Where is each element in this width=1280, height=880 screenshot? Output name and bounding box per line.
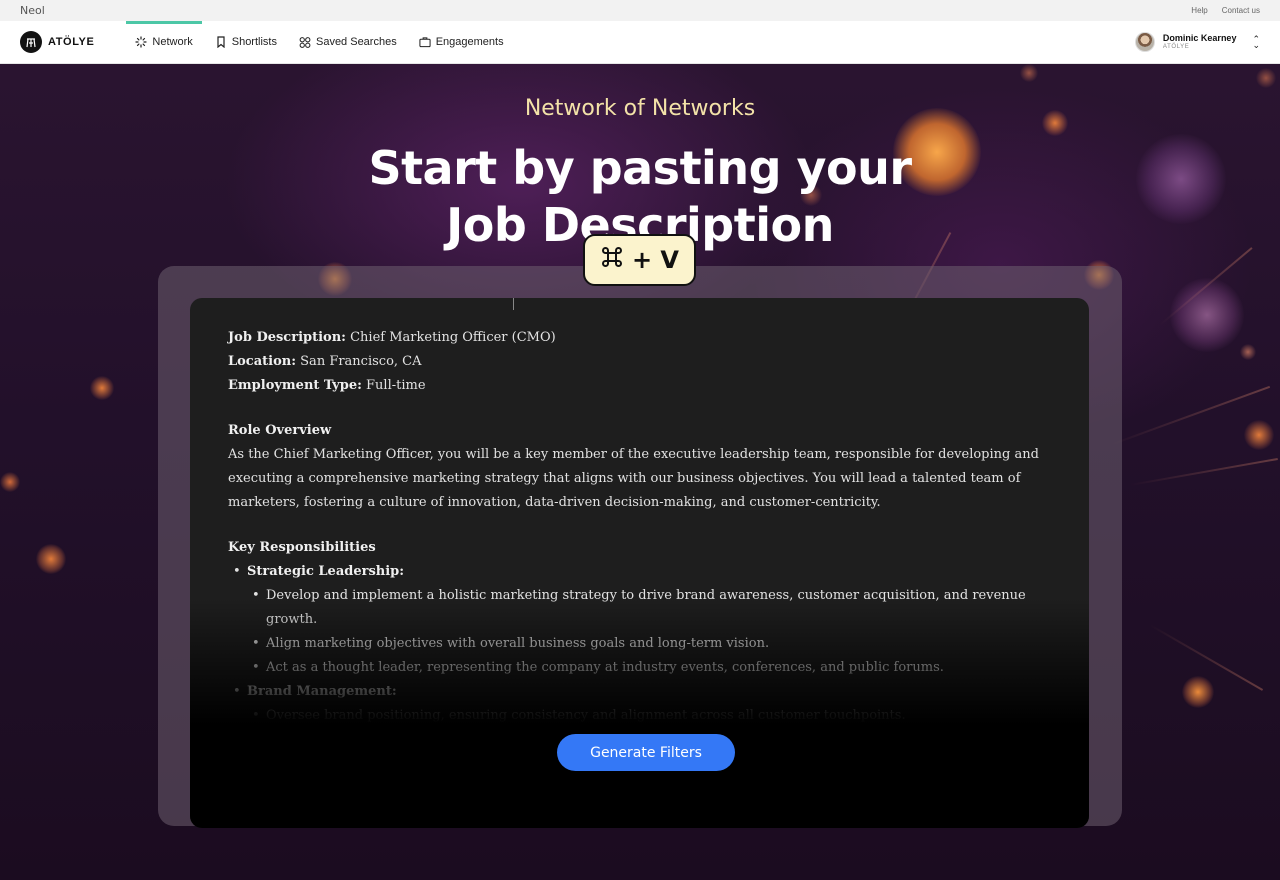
brand-logo-icon [20,31,42,53]
brand[interactable]: ATÖLYE [20,31,94,53]
list-item: Develop and implement a holistic marketi… [247,584,1048,632]
briefcase-icon [419,36,431,48]
page-title-line-1: Start by pasting your [368,141,912,195]
responsibilities-list: Strategic Leadership: Develop and implem… [228,560,1048,752]
list-item: Strategic Leadership: [228,560,1048,584]
paste-shortcut-label: + V [631,246,680,274]
saved-searches-icon [299,36,311,48]
utility-links: Help Contact us [1191,6,1260,15]
field-value: San Francisco, CA [300,354,422,369]
hero-eyebrow: Network of Networks [524,96,756,121]
job-description-content: Job Description: Chief Marketing Officer… [228,326,1048,752]
top-navbar: ATÖLYE Network Shortlists Saved Searches… [0,20,1280,64]
responsibility-title: Strategic Leadership: [247,564,405,579]
nav-label-saved-searches: Saved Searches [315,36,397,48]
field-location: Location: San Francisco, CA [228,350,1048,374]
contact-link[interactable]: Contact us [1222,6,1260,15]
command-key-icon [600,245,624,275]
nav-label-shortlists: Shortlists [231,36,277,48]
field-label: Location: [228,354,297,369]
field-value: Full-time [366,378,426,393]
nav-item-engagements[interactable]: Engagements [410,21,513,64]
utility-bar: Neol Help Contact us [0,0,1280,21]
chevron-up-down-icon[interactable]: ⌃ ⌄ [1252,34,1260,49]
field-value: Chief Marketing Officer (CMO) [350,330,556,345]
field-job-description: Job Description: Chief Marketing Officer… [228,326,1048,350]
nav-label-engagements: Engagements [435,36,504,48]
role-overview-text: As the Chief Marketing Officer, you will… [228,447,1039,510]
list-item: Brand Management: [228,680,1048,704]
help-link[interactable]: Help [1191,6,1207,15]
responsibility-title: Brand Management: [247,684,397,699]
user-info: Dominic Kearney ATÖLYE [1162,33,1237,50]
role-overview-heading: Role Overview [228,423,332,438]
field-label: Employment Type: [228,378,362,393]
nav-item-saved-searches[interactable]: Saved Searches [290,21,406,64]
user-menu[interactable]: Dominic Kearney ATÖLYE ⌃ ⌄ [1134,32,1260,52]
brand-name: ATÖLYE [48,36,95,48]
field-employment-type: Employment Type: Full-time [228,374,1048,398]
main-nav: Network Shortlists Saved Searches Engage… [126,20,513,64]
list-item: Align marketing objectives with overall … [247,632,1048,656]
app-name: Neol [20,4,45,17]
field-label: Job Description: [228,330,346,345]
nav-item-network[interactable]: Network [126,20,203,64]
nav-label-network: Network [152,36,193,48]
paste-shortcut-badge: + V [583,234,696,286]
generate-filters-button[interactable]: Generate Filters [557,734,735,771]
user-name: Dominic Kearney [1162,33,1237,44]
sub-list: Develop and implement a holistic marketi… [247,584,1048,680]
network-icon [135,36,147,48]
avatar [1134,32,1155,52]
list-item: Oversee brand positioning, ensuring cons… [247,704,1048,728]
list-item: Act as a thought leader, representing th… [247,656,1048,680]
responsibilities-heading: Key Responsibilities [228,540,376,555]
text-cursor [513,298,514,310]
bookmark-icon [215,36,227,48]
nav-item-shortlists[interactable]: Shortlists [206,21,286,64]
user-org: ATÖLYE [1162,43,1190,50]
